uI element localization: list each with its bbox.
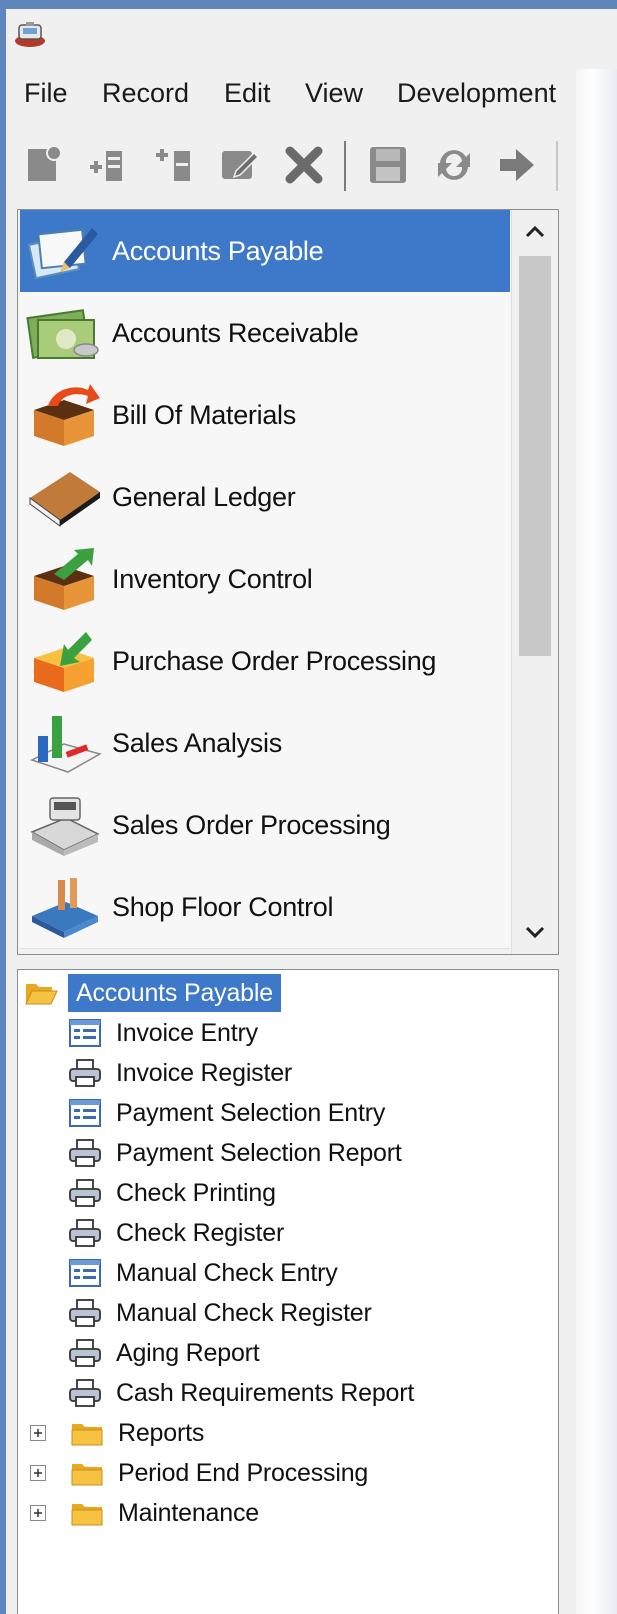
tree-item-label: Cash Requirements Report bbox=[116, 1379, 415, 1407]
tree-item-label: Manual Check Entry bbox=[116, 1259, 338, 1287]
box-up-arrow-icon bbox=[34, 548, 94, 610]
money-icon bbox=[26, 309, 99, 359]
module-label: Bill Of Materials bbox=[112, 400, 296, 430]
refresh-icon[interactable] bbox=[432, 143, 476, 187]
printer-icon bbox=[69, 1219, 101, 1247]
tree-item-label: Payment Selection Report bbox=[116, 1139, 402, 1167]
printer-icon bbox=[69, 1299, 101, 1327]
module-inventory-control[interactable]: Inventory Control bbox=[20, 538, 510, 621]
box-arrow-icon bbox=[34, 384, 100, 446]
cash-register-icon bbox=[30, 797, 100, 856]
scroll-down-icon[interactable] bbox=[512, 910, 558, 954]
scroll-up-icon[interactable] bbox=[512, 210, 558, 254]
folder-icon bbox=[71, 1464, 103, 1486]
tree-folder-label: Reports bbox=[118, 1419, 205, 1447]
folder-icon bbox=[71, 1424, 103, 1446]
new-record-icon[interactable] bbox=[22, 143, 66, 187]
printer-icon bbox=[69, 1179, 101, 1207]
insert-after-icon[interactable] bbox=[152, 143, 196, 187]
form-icon bbox=[69, 1259, 101, 1287]
menu-bar: File Record Edit View Development bbox=[6, 75, 617, 111]
menu-development[interactable]: Development bbox=[397, 75, 556, 111]
save-icon[interactable] bbox=[366, 143, 410, 187]
module-label: Accounts Payable bbox=[112, 236, 324, 266]
tree-item-label: Manual Check Register bbox=[116, 1299, 372, 1327]
module-label: Inventory Control bbox=[112, 564, 313, 594]
module-label: Shop Floor Control bbox=[112, 892, 334, 922]
module-accounts-payable[interactable]: Accounts Payable bbox=[20, 210, 510, 293]
edit-record-icon[interactable] bbox=[218, 143, 262, 187]
printer-icon bbox=[69, 1139, 101, 1167]
module-shop-floor-control[interactable]: Shop Floor Control bbox=[20, 866, 510, 949]
tree-folder-label: Maintenance bbox=[118, 1499, 259, 1527]
menu-view[interactable]: View bbox=[305, 75, 363, 111]
ledger-book-icon bbox=[29, 472, 100, 527]
tree-item-label: Payment Selection Entry bbox=[116, 1099, 386, 1127]
module-general-ledger[interactable]: General Ledger bbox=[20, 456, 510, 539]
menu-file[interactable]: File bbox=[24, 75, 68, 111]
printer-icon bbox=[69, 1059, 101, 1087]
module-sales-order-processing[interactable]: Sales Order Processing bbox=[20, 784, 510, 867]
expand-plus-icon[interactable] bbox=[30, 1505, 46, 1521]
tree-folder-label: Period End Processing bbox=[118, 1459, 369, 1487]
box-in-arrow-icon bbox=[34, 632, 94, 692]
module-sales-analysis[interactable]: Sales Analysis bbox=[20, 702, 510, 785]
toolbar bbox=[6, 129, 617, 201]
delete-icon[interactable] bbox=[282, 143, 326, 187]
expand-plus-icon[interactable] bbox=[30, 1425, 46, 1441]
open-folder-icon bbox=[25, 984, 58, 1005]
module-label: Accounts Receivable bbox=[112, 318, 359, 348]
bar-chart-icon bbox=[30, 716, 102, 773]
module-label: Sales Order Processing bbox=[112, 810, 391, 840]
factory-icon bbox=[32, 878, 98, 938]
app-window: File Record Edit View Development Accoun… bbox=[6, 9, 617, 1614]
printer-icon bbox=[69, 1339, 101, 1367]
module-purchase-order-processing[interactable]: Purchase Order Processing bbox=[20, 620, 510, 703]
folder-icon bbox=[71, 1504, 103, 1526]
menu-tree: Accounts Payable Invoice Entry Invoice R… bbox=[17, 969, 559, 1614]
accounts-payable-icon bbox=[27, 228, 98, 280]
modules-scrollbar[interactable] bbox=[511, 210, 558, 954]
content-area bbox=[576, 69, 617, 1614]
modules-panel: Accounts Payable Accounts Receivable Bil… bbox=[17, 209, 559, 955]
scroll-thumb[interactable] bbox=[519, 256, 551, 656]
expand-plus-icon[interactable] bbox=[30, 1465, 46, 1481]
module-label: Purchase Order Processing bbox=[112, 646, 437, 676]
module-accounts-receivable[interactable]: Accounts Receivable bbox=[20, 292, 510, 375]
tree-item-label: Aging Report bbox=[116, 1339, 260, 1367]
menu-record[interactable]: Record bbox=[102, 75, 189, 111]
form-icon bbox=[69, 1019, 101, 1047]
printer-icon bbox=[69, 1379, 101, 1407]
tree-item-label: Invoice Register bbox=[116, 1059, 293, 1087]
tree-item-label: Check Printing bbox=[116, 1179, 276, 1207]
menu-edit[interactable]: Edit bbox=[224, 75, 271, 111]
tree-root-label: Accounts Payable bbox=[68, 974, 281, 1012]
tree-item-label: Invoice Entry bbox=[116, 1019, 258, 1047]
toolbar-separator bbox=[344, 141, 346, 191]
app-logo-icon[interactable] bbox=[12, 19, 48, 49]
module-label: Sales Analysis bbox=[112, 728, 282, 758]
tree-item-label: Check Register bbox=[116, 1219, 285, 1247]
form-icon bbox=[69, 1099, 101, 1127]
module-label: General Ledger bbox=[112, 482, 296, 512]
title-bar bbox=[6, 9, 617, 57]
insert-before-icon[interactable] bbox=[86, 143, 130, 187]
forward-arrow-icon[interactable] bbox=[494, 143, 538, 187]
toolbar-separator bbox=[556, 141, 558, 191]
module-bill-of-materials[interactable]: Bill Of Materials bbox=[20, 374, 510, 457]
